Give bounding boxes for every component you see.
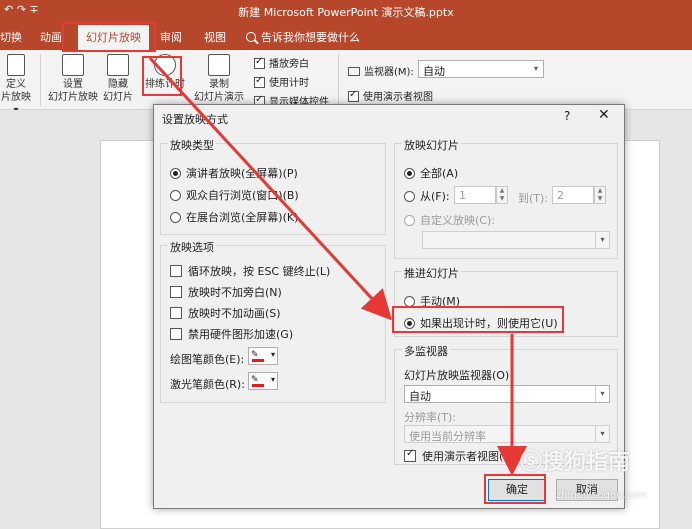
watermark-logo: ⓢ搜狗指南 xyxy=(520,450,631,475)
watermark-url: zhinan.sogou.com xyxy=(556,490,648,501)
arrow-to-timings-option xyxy=(148,56,393,321)
